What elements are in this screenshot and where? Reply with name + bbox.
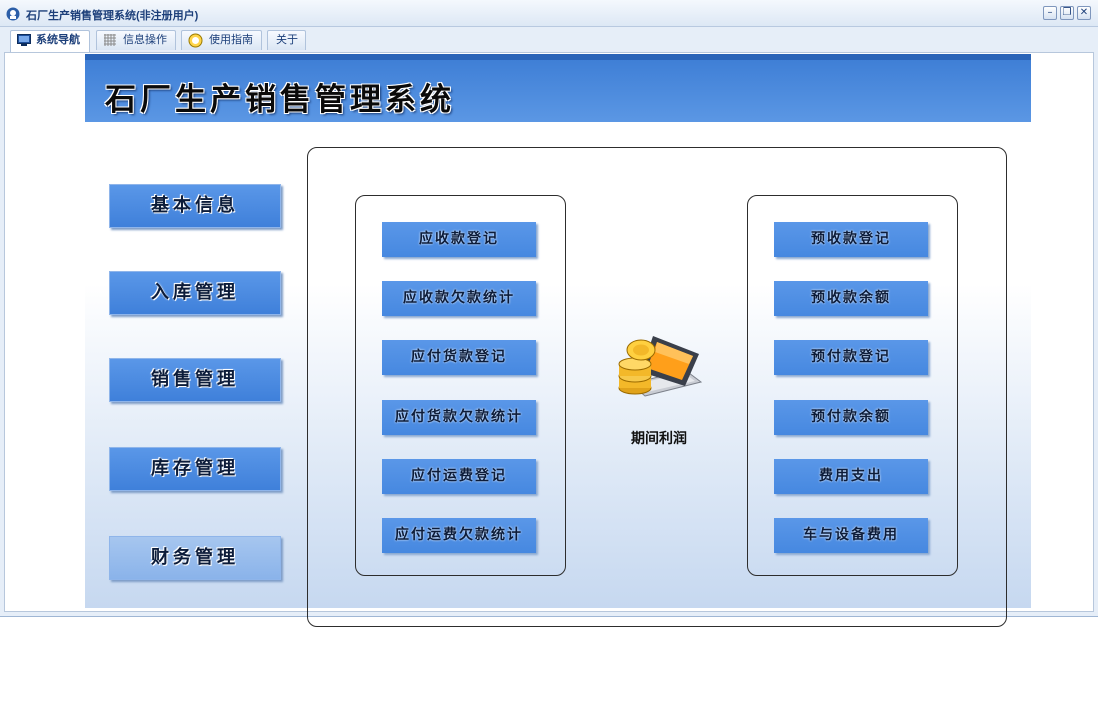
prepayment-register-button[interactable]: 预付款登记 — [774, 340, 928, 375]
prepayment-balance-button[interactable]: 预付款余额 — [774, 400, 928, 435]
tab-label: 信息操作 — [123, 34, 167, 46]
receivable-arrears-stats-button[interactable]: 应收款欠款统计 — [382, 281, 536, 316]
payable-freight-arrears-stats-button[interactable]: 应付运费欠款统计 — [382, 518, 536, 553]
tab-label: 系统导航 — [36, 34, 80, 46]
advance-receipt-register-button[interactable]: 预收款登记 — [774, 222, 928, 257]
payable-freight-register-button[interactable]: 应付运费登记 — [382, 459, 536, 494]
banner-title: 石厂生产销售管理系统 — [105, 82, 455, 118]
tab-about[interactable]: 关于 — [267, 30, 306, 50]
receivable-register-button[interactable]: 应收款登记 — [382, 222, 536, 257]
window-title: 石厂生产销售管理系统(非注册用户) — [26, 10, 199, 22]
module-finance-button[interactable]: 财务管理 — [109, 536, 281, 580]
advance-receipt-balance-button[interactable]: 预收款余额 — [774, 281, 928, 316]
payable-goods-arrears-stats-button[interactable]: 应付货款欠款统计 — [382, 400, 536, 435]
payable-goods-register-button[interactable]: 应付货款登记 — [382, 340, 536, 375]
grid-icon — [104, 34, 116, 46]
menu-bar: 系统导航 信息操作 使用指南 关于 — [0, 27, 1098, 52]
help-icon — [188, 33, 203, 48]
module-inbound-button[interactable]: 入库管理 — [109, 271, 281, 315]
tab-label: 关于 — [276, 34, 298, 46]
module-sales-button[interactable]: 销售管理 — [109, 358, 281, 402]
module-inventory-button[interactable]: 库存管理 — [109, 447, 281, 491]
title-bar: 石厂生产销售管理系统(非注册用户) – ❐ ✕ — [0, 0, 1098, 27]
module-basic-info-button[interactable]: 基本信息 — [109, 184, 281, 228]
period-profit-label: 期间利润 — [631, 431, 687, 447]
app-icon — [6, 7, 20, 21]
monitor-icon — [17, 34, 31, 46]
restore-icon[interactable]: ❐ — [1060, 6, 1074, 20]
tab-user-guide[interactable]: 使用指南 — [181, 30, 262, 50]
main-window: 石厂生产销售管理系统(非注册用户) – ❐ ✕ 系统导航 信息操作 使用指南 关… — [0, 0, 1098, 627]
laptop-coins-icon — [618, 336, 703, 397]
close-icon[interactable]: ✕ — [1077, 6, 1091, 20]
banner: 石厂生产销售管理系统 — [85, 54, 1031, 122]
tab-info-ops[interactable]: 信息操作 — [96, 30, 176, 50]
tab-label: 使用指南 — [209, 34, 253, 46]
vehicle-equipment-cost-button[interactable]: 车与设备费用 — [774, 518, 928, 553]
period-profit-button[interactable]: 期间利润 — [611, 326, 707, 447]
expense-payment-button[interactable]: 费用支出 — [774, 459, 928, 494]
tab-system-nav[interactable]: 系统导航 — [10, 30, 90, 52]
navigation-panel: 石厂生产销售管理系统 基本信息 入库管理 销售管理 库存管理 财务管理 应收款登… — [85, 54, 1031, 627]
minimize-icon[interactable]: – — [1043, 6, 1057, 20]
